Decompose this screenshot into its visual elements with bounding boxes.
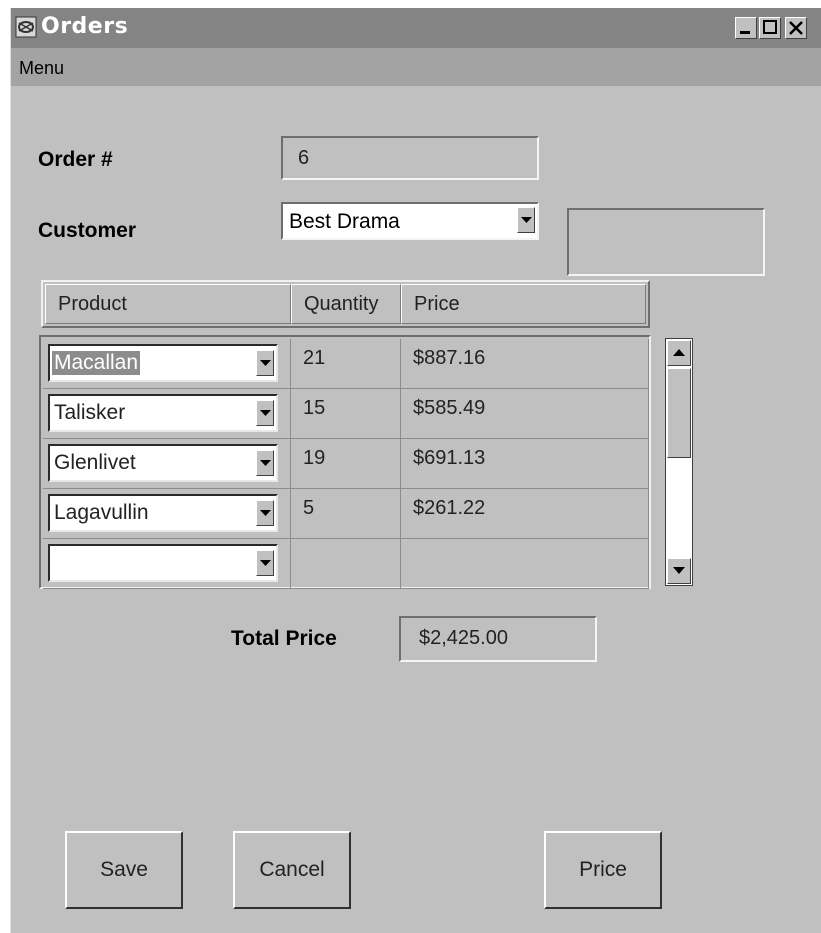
product-dropdown-button[interactable] xyxy=(256,550,274,576)
product-combo[interactable]: Macallan xyxy=(48,344,278,382)
product-cell[interactable]: Talisker xyxy=(43,389,291,439)
total-price-field[interactable]: $2,425.00 xyxy=(399,616,597,662)
product-cell[interactable] xyxy=(43,539,291,589)
minimize-button[interactable] xyxy=(735,17,757,39)
quantity-cell[interactable] xyxy=(291,539,401,589)
chevron-down-icon xyxy=(260,510,271,516)
price-cell[interactable]: $585.49 xyxy=(401,389,649,439)
maximize-icon xyxy=(763,20,777,34)
table-row[interactable] xyxy=(43,539,649,589)
close-icon xyxy=(789,21,803,35)
total-price-label: Total Price xyxy=(231,627,337,650)
product-value: Macallan xyxy=(50,350,142,376)
arrow-down-icon xyxy=(673,567,685,574)
product-combo[interactable] xyxy=(48,544,278,582)
price-cell[interactable]: $691.13 xyxy=(401,439,649,489)
table-row[interactable]: Talisker 15 $585.49 xyxy=(43,389,649,439)
column-header-product[interactable]: Product xyxy=(45,284,291,324)
price-cell[interactable]: $887.16 xyxy=(401,339,649,389)
product-cell[interactable]: Macallan xyxy=(43,339,291,389)
column-header-quantity[interactable]: Quantity xyxy=(291,284,401,324)
chevron-down-icon xyxy=(260,410,271,416)
product-dropdown-button[interactable] xyxy=(256,450,274,476)
scroll-up-button[interactable] xyxy=(667,340,691,366)
menu-item-menu[interactable]: Menu xyxy=(19,58,64,79)
menu-bar: Menu xyxy=(11,48,821,86)
customer-dropdown-button[interactable] xyxy=(517,207,535,233)
column-header-price[interactable]: Price xyxy=(401,284,646,324)
order-lines-table: Macallan 21 $887.16 Talisker 15 $585.49 … xyxy=(39,335,651,589)
product-cell[interactable]: Lagavullin xyxy=(43,489,291,539)
arrow-up-icon xyxy=(673,349,685,356)
app-icon xyxy=(15,16,37,38)
order-number-field[interactable]: 6 xyxy=(281,136,539,180)
close-button[interactable] xyxy=(785,17,807,39)
product-dropdown-button[interactable] xyxy=(256,400,274,426)
product-combo[interactable]: Lagavullin xyxy=(48,494,278,532)
quantity-cell[interactable]: 5 xyxy=(291,489,401,539)
scroll-thumb[interactable] xyxy=(667,368,691,458)
quantity-cell[interactable]: 21 xyxy=(291,339,401,389)
chevron-down-icon xyxy=(260,460,271,466)
price-button[interactable]: Price xyxy=(544,831,662,909)
order-number-value: 6 xyxy=(298,147,310,169)
orders-window: Orders Menu Order # 6 Customer Best Dram… xyxy=(10,8,821,933)
chevron-down-icon xyxy=(260,360,271,366)
chevron-down-icon xyxy=(260,560,271,566)
table-header: Product Quantity Price xyxy=(41,280,650,328)
minimize-icon xyxy=(740,31,750,34)
quantity-cell[interactable]: 15 xyxy=(291,389,401,439)
quantity-cell[interactable]: 19 xyxy=(291,439,401,489)
customer-label: Customer xyxy=(38,219,137,242)
title-bar[interactable]: Orders xyxy=(11,8,821,48)
table-row[interactable]: Glenlivet 19 $691.13 xyxy=(43,439,649,489)
product-value: Talisker xyxy=(54,401,126,424)
save-button[interactable]: Save xyxy=(65,831,183,909)
price-cell[interactable]: $261.22 xyxy=(401,489,649,539)
scroll-down-button[interactable] xyxy=(667,558,691,584)
table-scrollbar[interactable] xyxy=(665,338,693,586)
chevron-down-icon xyxy=(521,217,532,223)
table-row[interactable]: Macallan 21 $887.16 xyxy=(43,339,649,389)
product-dropdown-button[interactable] xyxy=(256,500,274,526)
customer-combo[interactable]: Best Drama xyxy=(281,202,539,240)
product-value: Lagavullin xyxy=(54,501,149,524)
customer-extra-field[interactable] xyxy=(567,208,765,276)
order-number-label: Order # xyxy=(38,148,113,171)
product-cell[interactable]: Glenlivet xyxy=(43,439,291,489)
maximize-button[interactable] xyxy=(759,17,781,39)
product-combo[interactable]: Glenlivet xyxy=(48,444,278,482)
product-combo[interactable]: Talisker xyxy=(48,394,278,432)
product-value: Glenlivet xyxy=(54,451,136,474)
table-row[interactable]: Lagavullin 5 $261.22 xyxy=(43,489,649,539)
total-price-value: $2,425.00 xyxy=(419,627,508,649)
product-dropdown-button[interactable] xyxy=(256,350,274,376)
customer-value: Best Drama xyxy=(289,210,400,233)
price-cell[interactable] xyxy=(401,539,649,589)
window-title: Orders xyxy=(41,14,129,39)
cancel-button[interactable]: Cancel xyxy=(233,831,351,909)
